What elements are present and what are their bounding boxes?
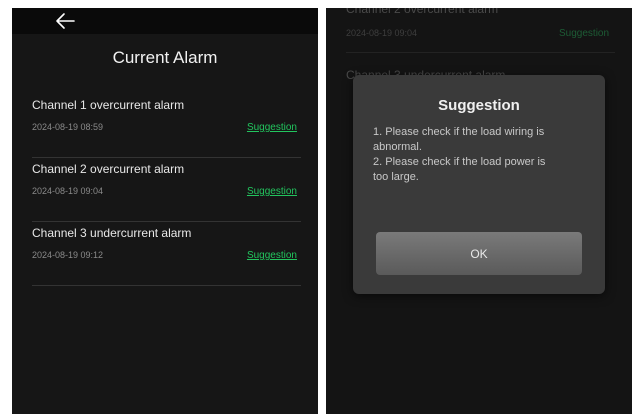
status-bar: [12, 8, 318, 34]
background-suggestion-link: Suggestion: [559, 28, 610, 39]
dialog-title: Suggestion: [438, 97, 520, 114]
alarm-item: Channel 1 overcurrent alarm 2024-08-19 0…: [32, 94, 301, 158]
suggestion-dialog: Suggestion 1. Please check if the load w…: [353, 75, 605, 294]
current-alarm-screen: Current Alarm Channel 1 overcurrent alar…: [12, 8, 318, 414]
page-title: Current Alarm: [112, 48, 218, 67]
background-alarm-time: 2024-08-19 09:04: [346, 28, 418, 38]
arrow-left-icon[interactable]: [54, 11, 76, 31]
alarm-time: 2024-08-19 08:59: [32, 122, 104, 132]
alarm-item: Channel 3 undercurrent alarm 2024-08-19 …: [32, 222, 301, 286]
alarm-list: Channel 1 overcurrent alarm 2024-08-19 0…: [32, 94, 301, 286]
suggestion-link[interactable]: Suggestion: [247, 122, 297, 133]
alarm-title: Channel 3 undercurrent alarm: [32, 226, 192, 240]
background-alarm-title: Channel 2 overcurrent alarm: [346, 8, 499, 16]
suggestion-dialog-screen: Channel 2 overcurrent alarm 2024-08-19 0…: [326, 8, 632, 414]
alarm-title: Channel 2 overcurrent alarm: [32, 162, 185, 176]
suggestion-link[interactable]: Suggestion: [247, 250, 297, 261]
dialog-body: 1. Please check if the load wiring is ab…: [373, 125, 558, 185]
suggestion-link[interactable]: Suggestion: [247, 186, 297, 197]
alarm-time: 2024-08-19 09:12: [32, 250, 104, 260]
suggestion-line-1: 1. Please check if the load wiring is ab…: [373, 126, 545, 153]
ok-button[interactable]: OK: [376, 232, 582, 275]
alarm-item: Channel 2 overcurrent alarm 2024-08-19 0…: [32, 158, 301, 222]
alarm-title: Channel 1 overcurrent alarm: [32, 98, 185, 112]
background-divider: [346, 52, 615, 53]
alarm-time: 2024-08-19 09:04: [32, 186, 104, 196]
suggestion-line-2: 2. Please check if the load power is too…: [373, 156, 546, 183]
